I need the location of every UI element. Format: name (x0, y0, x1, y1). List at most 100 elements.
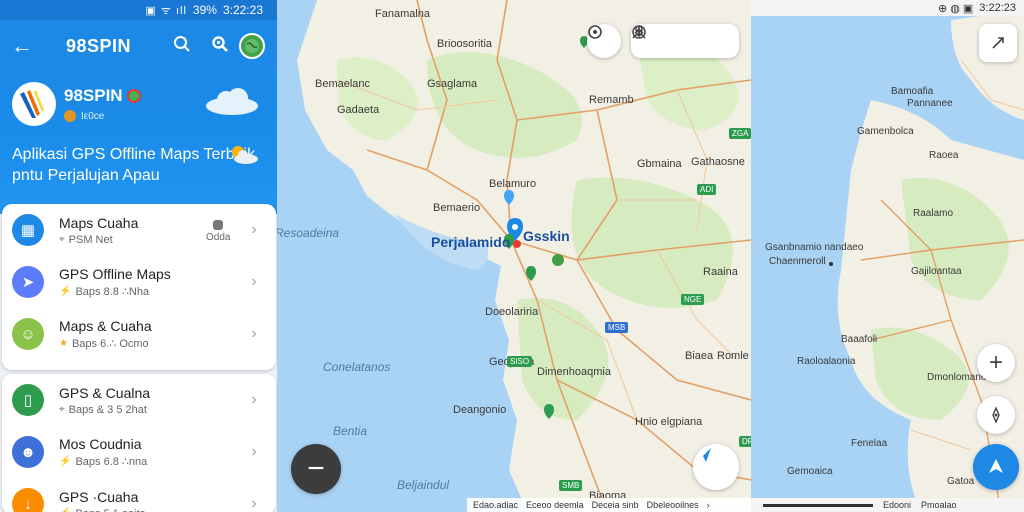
city-label[interactable]: Raalamo (913, 208, 953, 219)
directions-button[interactable] (973, 444, 1019, 490)
city-label[interactable]: Doeolariria (485, 306, 538, 318)
city-label[interactable]: Gathaosne (691, 156, 745, 168)
list-item-status: Odda (206, 220, 230, 243)
profile-name: 98SPIN (64, 86, 123, 105)
road-shield: SISO (507, 356, 533, 367)
app-panel: ▣ ᯤ ıll 39% 3:22:23 ← 98SPIN 98SPIN Iε0c… (0, 0, 277, 512)
list-item[interactable]: ☺ Maps & Cuaha ★ Baps 6.∴ Ocmo › (2, 308, 276, 360)
search-icon[interactable] (163, 35, 201, 58)
city-label[interactable]: Gbmaina (637, 158, 682, 170)
city-label[interactable]: Belamuro (489, 178, 536, 190)
city-label[interactable]: Pannanee (907, 98, 953, 109)
attribution-item: Edao.adiac (473, 500, 519, 510)
zoom-out-button[interactable]: − (291, 444, 341, 494)
city-label[interactable]: Raoloalaonia (797, 356, 855, 367)
status-bar: ▣ ᯤ ıll 39% 3:22:23 (0, 0, 277, 20)
city-label[interactable]: Gsanbnamio nandaeo (765, 242, 863, 253)
city-label[interactable]: Biaea (685, 350, 713, 362)
cloud-icon (206, 88, 258, 115)
zoom-in-button[interactable]: + (977, 344, 1015, 382)
arrow-left-icon[interactable]: ← (0, 33, 44, 59)
list-item-title: Mos Coudnia (59, 436, 142, 452)
list-item[interactable]: ↓ GPS ·Cuaha ⚡ Baps 5.1 oaita › (2, 478, 276, 512)
city-label[interactable]: Dmonlomano (927, 372, 986, 383)
list-item-subtitle: PSM Net (68, 233, 113, 246)
city-label[interactable]: Gajiloantaa (911, 266, 962, 277)
list-item[interactable]: ➤ GPS Offline Maps ⚡ Baps 8.8 ∴Nha › (2, 256, 276, 308)
map-toolbar (631, 24, 739, 58)
main-city-label[interactable]: Gsskin (523, 228, 570, 244)
compass-icon[interactable] (977, 396, 1015, 434)
map-attribution: Edao.adiac Eceoo deemla Deceia sinb Dbeleoo… (467, 498, 751, 512)
app-logo (12, 82, 56, 126)
list-item-subtitle: Baps 5.1 oaita (75, 508, 145, 512)
map-view[interactable]: Fanamalna Brioosoritia Gsaglama Bemaelanc Ga… (277, 0, 751, 512)
city-label[interactable]: Bamoafia (891, 86, 933, 97)
chevron-right-icon: › (251, 221, 257, 238)
city-label[interactable]: Gamenbolca (857, 126, 914, 137)
city-label[interactable]: Remamb (589, 94, 634, 106)
list-item-title: GPS Offline Maps (59, 266, 171, 282)
city-label[interactable]: Fenelaa (851, 438, 887, 449)
verified-badge-icon (126, 89, 141, 103)
main-city-label[interactable]: Perjalamido (431, 234, 510, 250)
chevron-right-icon: › (251, 495, 257, 512)
status-time: 3:22:23 (222, 3, 263, 17)
search-zoom-icon[interactable] (201, 35, 239, 58)
secondary-status-time: 3:22:23 (979, 2, 1016, 14)
city-label[interactable]: Chaenmeroll (769, 256, 826, 267)
road-shield: ZGA (729, 128, 751, 139)
water-label: Beljaindul (397, 478, 450, 492)
city-label[interactable]: Raoea (929, 150, 958, 161)
app-list-card-secondary: ▯ GPS & Cualna ⌖ Baps & 3 5 2hat › ☻ Mos Coudn… (2, 374, 276, 512)
city-label[interactable]: Deangonio (453, 404, 506, 416)
city-label[interactable]: Raaina (703, 266, 738, 278)
secondary-status-icons: ⊕ ◍ ▣ (937, 2, 974, 15)
globe-icon[interactable] (239, 33, 265, 59)
city-label[interactable]: Romle (717, 350, 749, 362)
logo-mark-icon (20, 90, 44, 118)
attribution-item: Dbeleooilnes (646, 500, 699, 510)
city-label[interactable]: Gatoa (947, 476, 974, 487)
pin-icon: ⌖ (59, 404, 65, 415)
app-bar: ← 98SPIN (0, 28, 277, 64)
app-title: 98SPIN (66, 35, 132, 56)
list-item-status-text: Odda (206, 232, 231, 243)
minus-icon: − (307, 452, 325, 485)
city-label[interactable]: Dimenhoaqmia (537, 366, 611, 378)
door-icon: ▯ (12, 384, 44, 416)
city-label[interactable]: Bemaelanc (315, 78, 370, 90)
navigate-button[interactable] (693, 444, 739, 490)
recenter-icon[interactable] (587, 24, 621, 58)
bolt-icon: ⚡ (59, 456, 72, 467)
city-label[interactable]: Hnio elgpiana (635, 416, 702, 428)
list-item[interactable]: ▯ GPS & Cualna ⌖ Baps & 3 5 2hat › (2, 374, 276, 426)
city-label[interactable]: Gadaeta (337, 104, 379, 116)
chevron-right-icon[interactable]: › (707, 500, 710, 510)
attribution-item: Deceia sinb (591, 500, 639, 510)
secondary-map-view[interactable]: ⊕ ◍ ▣ 3:22:23 Bamoafia Pannanee Gamenbolca… (751, 0, 1024, 512)
city-label[interactable]: Gemoaica (787, 466, 833, 477)
list-item[interactable]: ☻ Mos Coudnia ⚡ Baps 6.8 ∴nna › (2, 426, 276, 478)
city-label[interactable]: Baaafoli (841, 334, 877, 345)
chevron-right-icon: › (251, 325, 257, 342)
city-label[interactable]: Fanamalna (375, 8, 430, 20)
city-label[interactable]: Brioosoritia (437, 38, 492, 50)
app-header: ▣ ᯤ ıll 39% 3:22:23 ← 98SPIN 98SPIN Iε0c… (0, 0, 277, 214)
list-item-subtitle: Baps 6.∴ Ocmo (71, 338, 149, 350)
list-item[interactable]: ▦ Maps Cuaha ⌖ PSM Net Odda › (2, 204, 276, 256)
lock-icon (213, 220, 224, 230)
water-label: Resoadeina (277, 226, 340, 240)
download-icon: ↓ (12, 488, 44, 512)
headline-text: Aplikasi GPS Offline Maps Terbaik pntu P… (12, 146, 256, 184)
plus-icon: + (988, 349, 1003, 376)
list-item-title: GPS & Cualna (59, 384, 151, 401)
water-label: Bentia (333, 424, 368, 438)
city-label[interactable]: Bemaerio (433, 202, 480, 214)
expand-icon[interactable] (979, 24, 1017, 62)
battery-level: 39% (192, 3, 217, 17)
people-map-icon: ☻ (12, 436, 44, 468)
list-item-subtitle: Baps 6.8 ∴nna (75, 456, 148, 468)
person-map-icon: ☺ (12, 318, 44, 350)
city-label[interactable]: Gsaglama (427, 78, 477, 90)
